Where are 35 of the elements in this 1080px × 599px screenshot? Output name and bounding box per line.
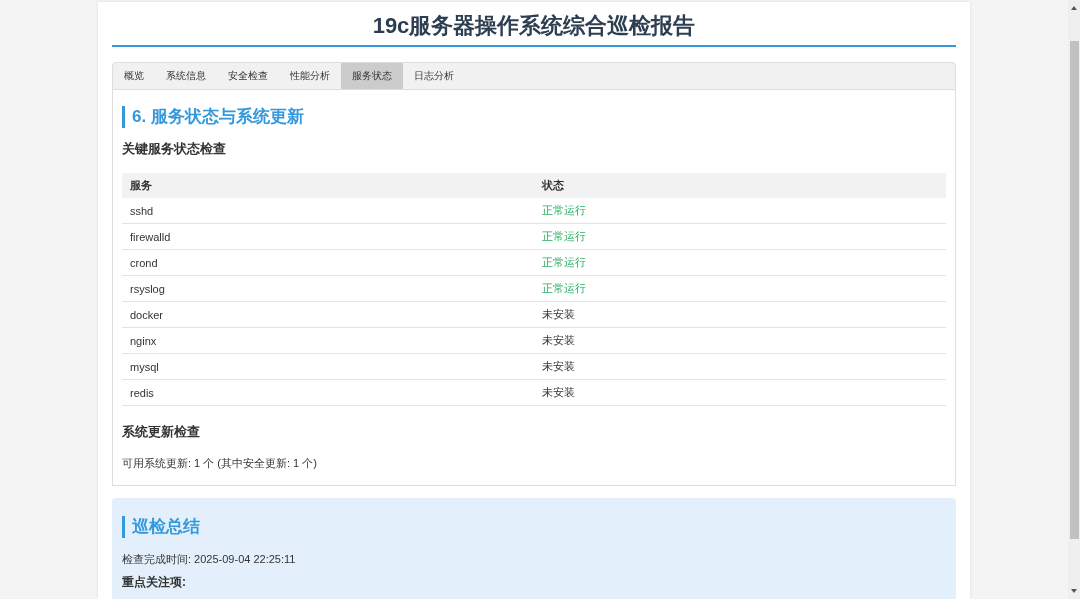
table-cell: redis — [122, 379, 534, 406]
status-cell: 未安装 — [534, 327, 946, 354]
summary-heading: 巡检总结 — [122, 516, 946, 538]
table-cell: nginx — [122, 327, 534, 354]
table-cell: firewalld — [122, 223, 534, 250]
report-title: 19c服务器操作系统综合巡检报告 — [112, 2, 956, 47]
status-cell: 正常运行 — [534, 223, 946, 250]
scroll-down-icon[interactable] — [1071, 589, 1077, 593]
scroll-up-icon[interactable] — [1071, 6, 1077, 10]
status-cell: 正常运行 — [534, 249, 946, 276]
column-header: 状态 — [534, 173, 946, 198]
scrollbar-thumb[interactable] — [1069, 41, 1079, 539]
tab[interactable]: 服务状态 — [341, 63, 403, 89]
status-cell: 正常运行 — [534, 198, 946, 224]
section-heading: 6. 服务状态与系统更新 — [122, 106, 946, 128]
table-cell: crond — [122, 249, 534, 276]
status-cell: 未安装 — [534, 353, 946, 380]
tab[interactable]: 安全检查 — [217, 63, 279, 89]
tab[interactable]: 日志分析 — [403, 63, 465, 89]
tab[interactable]: 系统信息 — [155, 63, 217, 89]
table-cell: docker — [122, 301, 534, 328]
subsection-heading: 关键服务状态检查 — [122, 141, 227, 157]
status-cell: 未安装 — [534, 379, 946, 406]
tab[interactable]: 性能分析 — [279, 63, 341, 89]
completion-time: 检查完成时间: 2025-09-04 22:25:11 — [122, 552, 297, 567]
focus-heading: 重点关注项: — [122, 575, 187, 590]
column-header: 服务 — [122, 173, 534, 198]
status-cell: 正常运行 — [534, 275, 946, 302]
tab[interactable]: 概览 — [113, 63, 155, 89]
status-cell: 未安装 — [534, 301, 946, 328]
table-cell: mysql — [122, 353, 534, 380]
table-cell: rsyslog — [122, 275, 534, 302]
table-cell: sshd — [122, 198, 534, 224]
update-summary: 可用系统更新: 1 个 (其中安全更新: 1 个) — [122, 456, 318, 471]
subsection-heading: 系统更新检查 — [122, 424, 201, 440]
